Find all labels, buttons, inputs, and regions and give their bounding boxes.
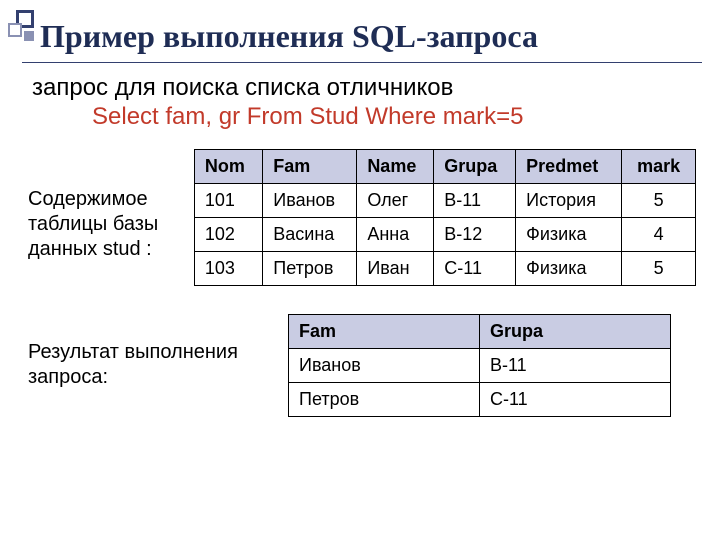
col-grupa: Grupa bbox=[434, 150, 516, 184]
cell: Физика bbox=[516, 218, 622, 252]
cell: Анна bbox=[357, 218, 434, 252]
source-table-row: Содержимое таблицы базы данных stud : No… bbox=[28, 145, 696, 286]
cell: С-11 bbox=[480, 383, 671, 417]
slide: Пример выполнения SQL-запроса запрос для… bbox=[0, 0, 720, 540]
cell: Иванов bbox=[263, 184, 357, 218]
cell: Петров bbox=[289, 383, 480, 417]
cell: Физика bbox=[516, 252, 622, 286]
cell: 103 bbox=[194, 252, 262, 286]
cell: В-11 bbox=[434, 184, 516, 218]
table-row: 101 Иванов Олег В-11 История 5 bbox=[194, 184, 695, 218]
col-predmet: Predmet bbox=[516, 150, 622, 184]
cell: Петров bbox=[263, 252, 357, 286]
table-row: Петров С-11 bbox=[289, 383, 671, 417]
cell: С-11 bbox=[434, 252, 516, 286]
cell: В-12 bbox=[434, 218, 516, 252]
col-grupa: Grupa bbox=[480, 315, 671, 349]
cell: История bbox=[516, 184, 622, 218]
result-caption: Результат выполнения запроса: bbox=[28, 314, 274, 390]
cell: Иванов bbox=[289, 349, 480, 383]
table-row: 103 Петров Иван С-11 Физика 5 bbox=[194, 252, 695, 286]
col-fam: Fam bbox=[289, 315, 480, 349]
col-nom: Nom bbox=[194, 150, 262, 184]
cell: 102 bbox=[194, 218, 262, 252]
cell: 5 bbox=[622, 252, 696, 286]
cell: В-11 bbox=[480, 349, 671, 383]
source-caption: Содержимое таблицы базы данных stud : bbox=[28, 145, 184, 262]
table-header-row: Fam Grupa bbox=[289, 315, 671, 349]
table-row: Иванов В-11 bbox=[289, 349, 671, 383]
square-icon bbox=[8, 23, 22, 37]
source-table: Nom Fam Name Grupa Predmet mark 101 Иван… bbox=[194, 149, 696, 286]
table-row: 102 Васина Анна В-12 Физика 4 bbox=[194, 218, 695, 252]
table-header-row: Nom Fam Name Grupa Predmet mark bbox=[194, 150, 695, 184]
cell: Васина bbox=[263, 218, 357, 252]
cell: 5 bbox=[622, 184, 696, 218]
col-mark: mark bbox=[622, 150, 696, 184]
square-icon bbox=[24, 31, 34, 41]
sql-statement: Select fam, gr From Stud Where mark=5 bbox=[32, 103, 696, 132]
cell: 101 bbox=[194, 184, 262, 218]
page-title: Пример выполнения SQL-запроса bbox=[28, 20, 696, 54]
col-name: Name bbox=[357, 150, 434, 184]
cell: Иван bbox=[357, 252, 434, 286]
cell: Олег bbox=[357, 184, 434, 218]
result-table: Fam Grupa Иванов В-11 Петров С-11 bbox=[288, 314, 671, 417]
col-fam: Fam bbox=[263, 150, 357, 184]
result-table-row: Результат выполнения запроса: Fam Grupa … bbox=[28, 314, 696, 417]
lead-text: запрос для поиска списка отличников bbox=[32, 73, 696, 103]
cell: 4 bbox=[622, 218, 696, 252]
title-rule bbox=[22, 62, 702, 63]
